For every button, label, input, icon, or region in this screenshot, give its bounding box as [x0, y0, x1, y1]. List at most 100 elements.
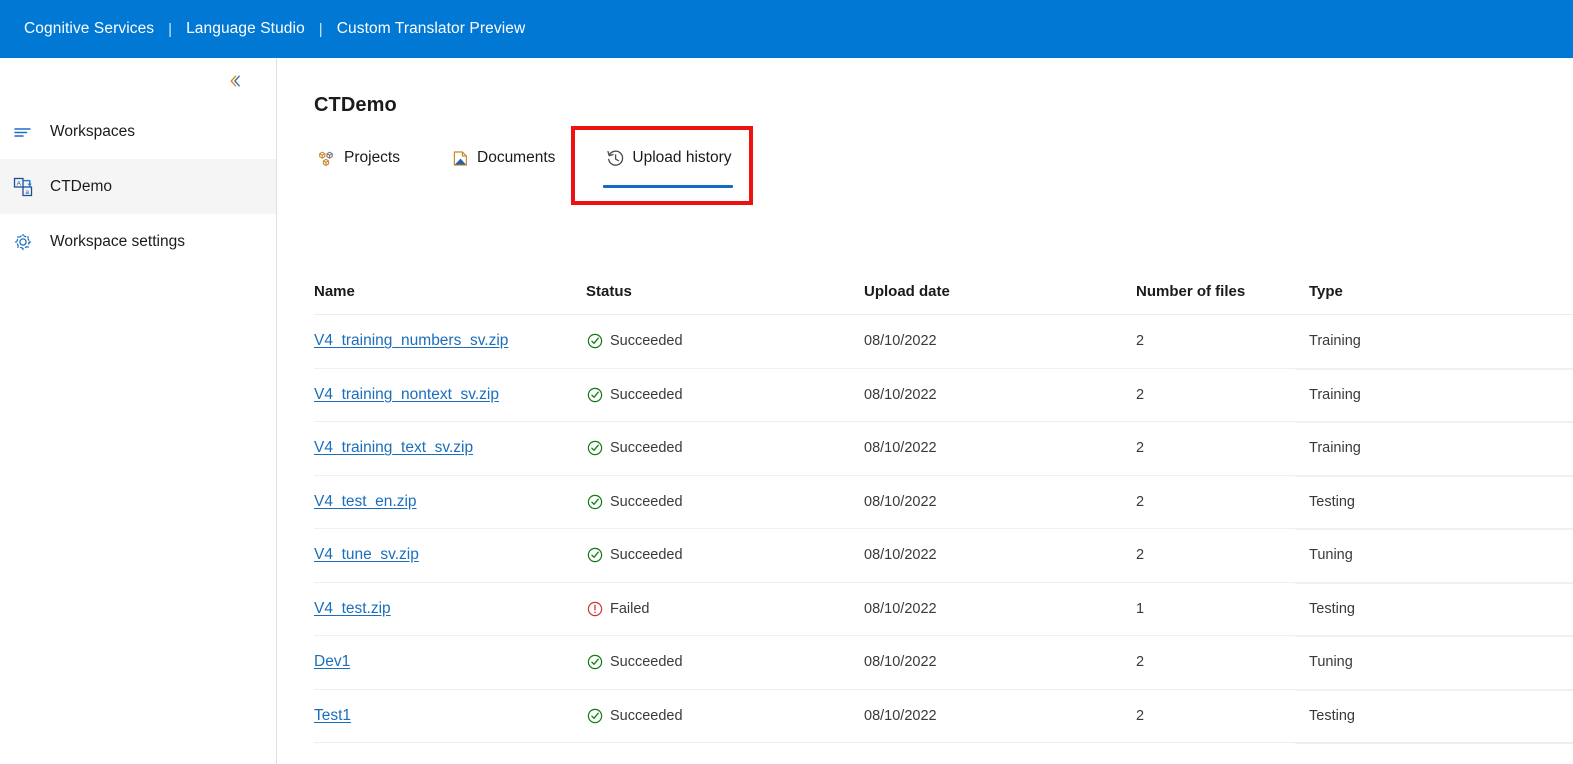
tab-label: Projects — [344, 149, 400, 166]
tab-label: Upload history — [632, 149, 732, 166]
cell-name: Test1 — [314, 707, 586, 725]
check-circle-icon — [586, 654, 603, 671]
app-root: Cognitive Services | Language Studio | C… — [0, 0, 1573, 764]
cell-type: Tuning — [1309, 547, 1353, 564]
topbar-link-language-studio[interactable]: Language Studio — [186, 20, 305, 38]
row-separator-extension — [1295, 743, 1573, 744]
document-icon — [450, 148, 470, 168]
check-circle-icon — [586, 386, 603, 403]
table-row[interactable]: Dev1 Succeeded 08/10/2022 2 Tuning — [314, 636, 1573, 690]
cell-name: Dev1 — [314, 653, 586, 671]
table-row[interactable]: V4_tune_sv.zip Succeeded 08/10/2022 2 Tuning — [314, 529, 1573, 583]
cell-type: Training — [1309, 333, 1361, 350]
file-link[interactable]: V4_tune_sv.zip — [314, 546, 419, 563]
cell-upload-date: 08/10/2022 — [864, 707, 937, 724]
projects-cubes-icon — [317, 148, 337, 168]
cell-upload-date: 08/10/2022 — [864, 493, 937, 510]
cell-upload-date: 08/10/2022 — [864, 440, 937, 457]
check-circle-icon — [586, 440, 603, 457]
tab-projects[interactable]: Projects — [311, 140, 406, 172]
cell-number-of-files: 1 — [1136, 600, 1145, 617]
cell-status: Failed — [586, 600, 864, 617]
topbar-separator: | — [168, 20, 173, 38]
file-link[interactable]: V4_test.zip — [314, 600, 391, 617]
check-circle-icon — [586, 707, 603, 724]
column-header-number-of-files: Number of files — [1136, 283, 1246, 300]
sidebar-item-workspace-settings[interactable]: Workspace settings — [0, 214, 276, 269]
sidebar-item-label: Workspace settings — [50, 232, 185, 250]
cell-type: Training — [1309, 386, 1361, 403]
cell-status: Succeeded — [586, 654, 864, 671]
cell-name: V4_test.zip — [314, 600, 586, 618]
row-separator-extension — [1295, 529, 1573, 530]
status-label: Failed — [610, 600, 650, 617]
file-link[interactable]: V4_training_numbers_sv.zip — [314, 332, 508, 349]
tab-label: Documents — [477, 149, 556, 166]
table-row[interactable]: Test1 Succeeded 08/10/2022 2 Testing — [314, 690, 1573, 743]
tab-upload-history[interactable]: Upload history — [599, 140, 737, 188]
row-separator-extension — [1295, 636, 1573, 637]
list-lines-icon — [8, 121, 38, 143]
row-separator-extension — [1295, 422, 1573, 423]
status-label: Succeeded — [610, 654, 683, 671]
cell-status: Succeeded — [586, 547, 864, 564]
cell-type: Testing — [1309, 600, 1355, 617]
sidebar-item-ctdemo[interactable]: A a CTDemo — [0, 159, 276, 214]
topbar-link-custom-translator-preview[interactable]: Custom Translator Preview — [337, 20, 526, 38]
column-header-name: Name — [314, 283, 355, 300]
sidebar-item-workspaces[interactable]: Workspaces — [0, 104, 276, 159]
page-title: CTDemo — [314, 94, 397, 116]
column-header-status: Status — [586, 283, 632, 300]
status-label: Succeeded — [610, 547, 683, 564]
chevron-double-left-icon[interactable] — [224, 70, 246, 92]
file-link[interactable]: V4_training_text_sv.zip — [314, 439, 473, 456]
file-link[interactable]: V4_test_en.zip — [314, 493, 417, 510]
sidebar-collapse-row — [0, 58, 276, 104]
cell-upload-date: 08/10/2022 — [864, 600, 937, 617]
cell-name: V4_tune_sv.zip — [314, 546, 586, 564]
cell-name: V4_training_numbers_sv.zip — [314, 332, 586, 350]
check-circle-icon — [586, 493, 603, 510]
svg-text:A: A — [17, 180, 22, 187]
translate-icon: A a — [8, 176, 38, 198]
cell-type: Tuning — [1309, 654, 1353, 671]
history-clock-icon — [605, 148, 625, 168]
cell-type: Testing — [1309, 707, 1355, 724]
cell-number-of-files: 2 — [1136, 547, 1145, 564]
status-label: Succeeded — [610, 386, 683, 403]
row-separator-extension — [1295, 368, 1573, 370]
column-header-upload-date: Upload date — [864, 283, 950, 300]
table-row[interactable]: V4_training_text_sv.zip Succeeded 08/10/20… — [314, 422, 1573, 476]
file-link[interactable]: Test1 — [314, 707, 351, 724]
cell-upload-date: 08/10/2022 — [864, 333, 937, 350]
check-circle-icon — [586, 547, 603, 564]
cell-name: V4_test_en.zip — [314, 493, 586, 511]
row-separator-extension — [1295, 582, 1573, 584]
tab-bar: Projects Documents Upload history — [311, 140, 737, 188]
topbar-separator: | — [318, 20, 323, 38]
file-link[interactable]: V4_training_nontext_sv.zip — [314, 386, 499, 403]
cell-name: V4_training_text_sv.zip — [314, 439, 586, 457]
topbar-link-cognitive-services[interactable]: Cognitive Services — [24, 20, 154, 38]
table-row[interactable]: V4_test_en.zip Succeeded 08/10/2022 2 Testin… — [314, 476, 1573, 529]
sidebar-item-label: CTDemo — [50, 177, 113, 195]
table-row[interactable]: V4_training_numbers_sv.zip Succeeded 08/10… — [314, 315, 1573, 369]
table-row[interactable]: V4_test.zip Failed 08/10/2022 1 Testing — [314, 583, 1573, 636]
main-content: CTDemo Projects Documents Upload history… — [278, 58, 1573, 764]
cell-number-of-files: 2 — [1136, 440, 1145, 457]
cell-status: Succeeded — [586, 493, 864, 510]
sidebar: Workspaces A a CTDemo Workspace settings — [0, 58, 277, 764]
cell-number-of-files: 2 — [1136, 386, 1145, 403]
gear-icon — [8, 231, 38, 253]
column-header-type: Type — [1309, 283, 1343, 300]
row-separator-extension — [1295, 689, 1573, 691]
cell-number-of-files: 2 — [1136, 654, 1145, 671]
cell-status: Succeeded — [586, 707, 864, 724]
cell-name: V4_training_nontext_sv.zip — [314, 386, 586, 404]
check-circle-icon — [586, 333, 603, 350]
table-row[interactable]: V4_training_nontext_sv.zip Succeeded 08/10… — [314, 369, 1573, 422]
cell-upload-date: 08/10/2022 — [864, 547, 937, 564]
svg-text:a: a — [25, 188, 29, 195]
tab-documents[interactable]: Documents — [444, 140, 561, 172]
file-link[interactable]: Dev1 — [314, 653, 350, 670]
